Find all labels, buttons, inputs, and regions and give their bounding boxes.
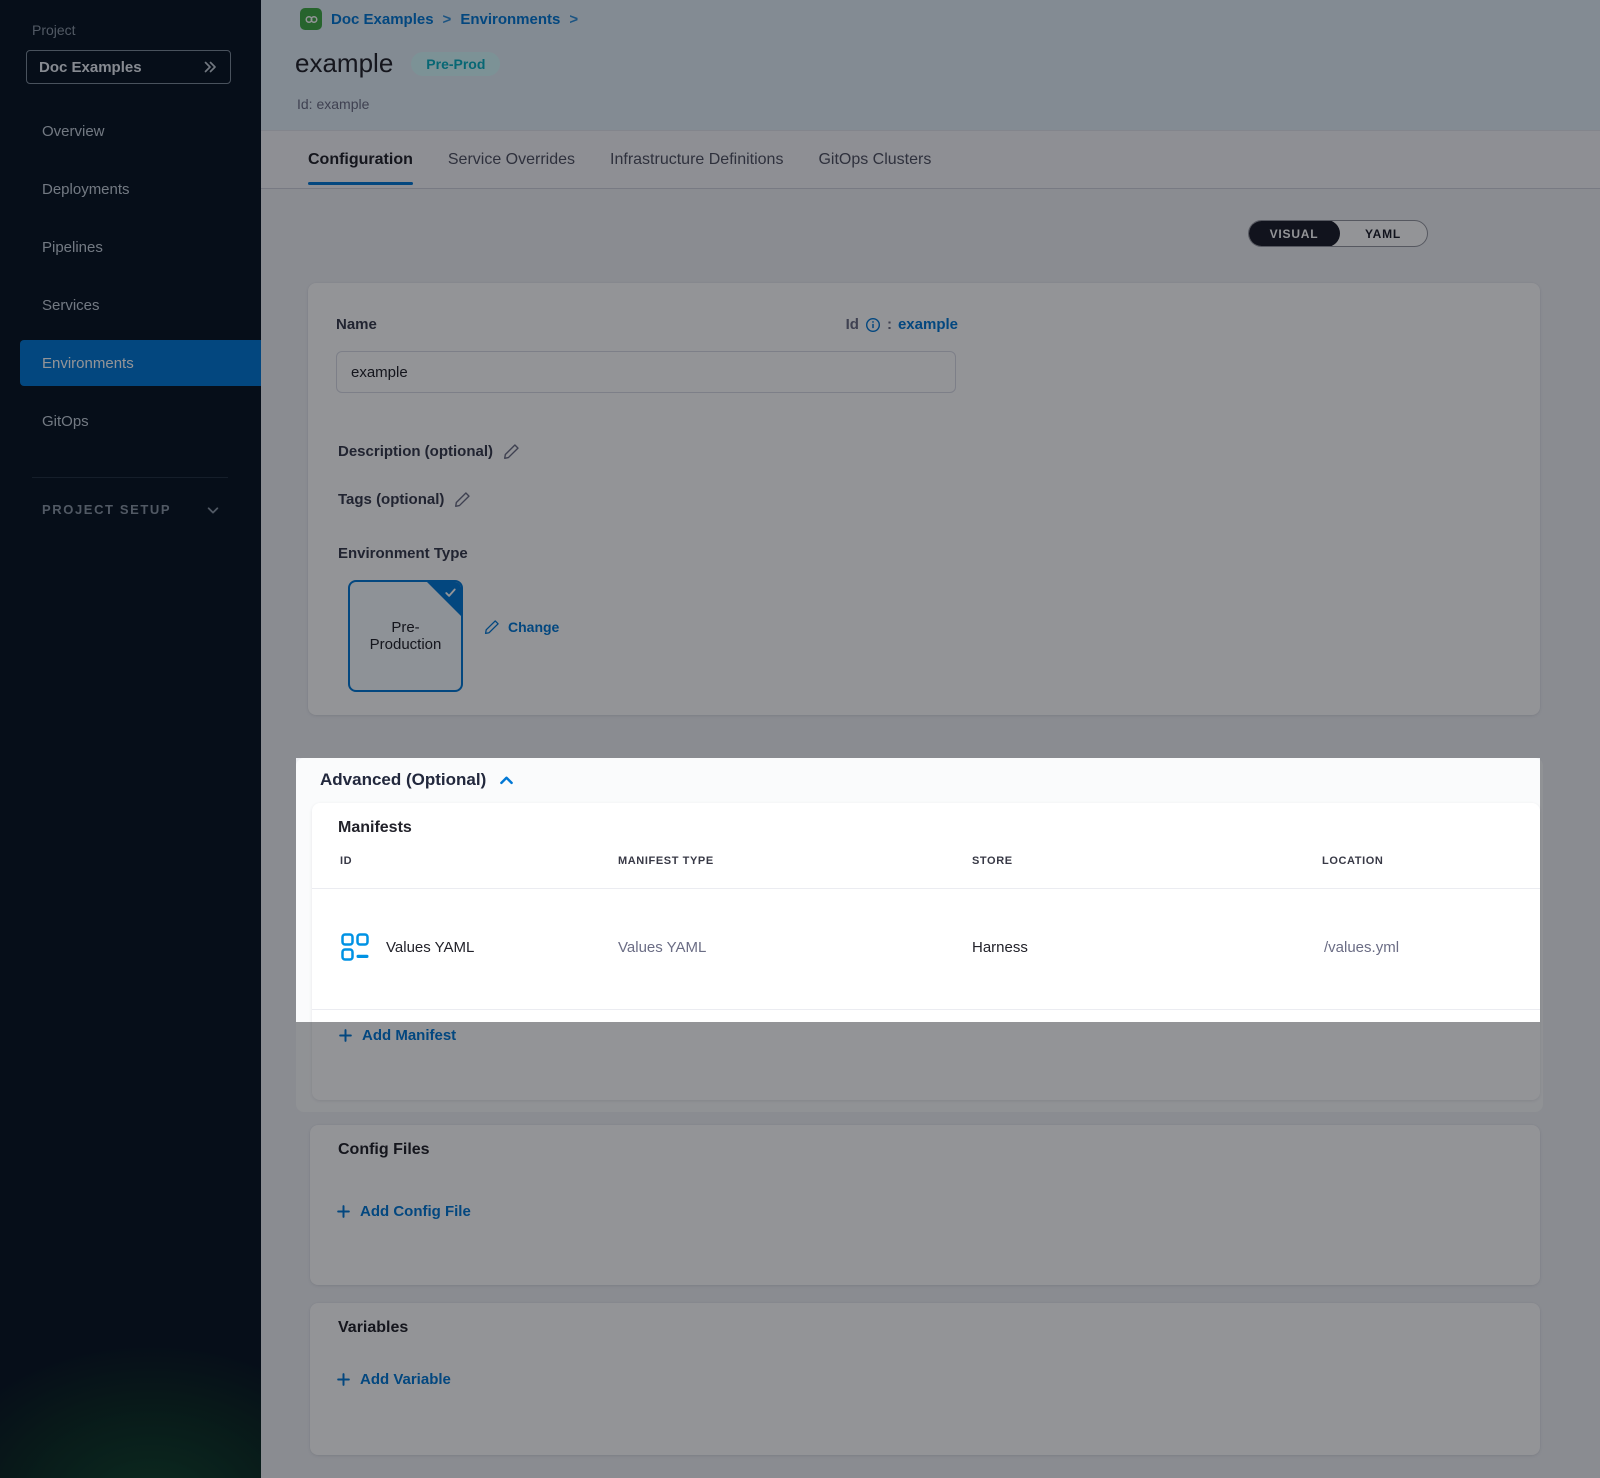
add-variable-button[interactable]: Add Variable <box>336 1371 451 1388</box>
environment-type-tile-preproduction[interactable]: Pre-Production <box>348 580 463 692</box>
config-files-card: Config Files Add Config File <box>310 1125 1540 1285</box>
main-content: Doc Examples > Environments > example Pr… <box>261 0 1600 1478</box>
manifest-store: Harness <box>972 939 1028 956</box>
change-label: Change <box>508 619 559 635</box>
variables-title: Variables <box>338 1319 408 1337</box>
plus-icon <box>336 1372 351 1387</box>
table-divider <box>312 1009 1540 1010</box>
change-env-type-button[interactable]: Change <box>484 619 559 635</box>
chevron-up-icon <box>498 772 515 789</box>
advanced-title: Advanced (Optional) <box>320 770 486 790</box>
environment-config-card: Name Id : example Description (optional) <box>308 283 1540 715</box>
id-colon: : <box>887 316 892 333</box>
column-store: STORE <box>972 855 1013 867</box>
tags-label: Tags (optional) <box>338 491 444 508</box>
add-config-file-label: Add Config File <box>360 1203 471 1220</box>
edit-icon <box>503 443 520 460</box>
entity-id: Id: example <box>297 96 369 112</box>
sidebar-divider <box>32 477 228 478</box>
breadcrumb-doc-examples[interactable]: Doc Examples <box>331 11 434 28</box>
toggle-yaml[interactable]: YAML <box>1339 221 1427 246</box>
advanced-optional-panel: Advanced (Optional) Manifests ID MANIFES… <box>296 758 1543 1112</box>
info-icon[interactable] <box>865 317 881 333</box>
column-manifest-type: MANIFEST TYPE <box>618 855 714 867</box>
tab-gitops-clusters[interactable]: GitOps Clusters <box>818 131 931 188</box>
sidebar-item-deployments[interactable]: Deployments <box>0 160 261 218</box>
project-selector-name: Doc Examples <box>39 59 142 76</box>
manifests-card: Manifests ID MANIFEST TYPE STORE LOCATIO… <box>312 803 1540 1100</box>
title-row: example Pre-Prod <box>295 48 500 79</box>
tab-bar: Configuration Service Overrides Infrastr… <box>261 130 1600 189</box>
page-title: example <box>295 48 393 79</box>
double-chevron-icon <box>202 59 218 75</box>
environment-type-label: Environment Type <box>338 545 468 562</box>
tab-service-overrides[interactable]: Service Overrides <box>448 131 575 188</box>
advanced-collapse-header[interactable]: Advanced (Optional) <box>320 770 515 790</box>
check-icon <box>443 585 458 600</box>
plus-icon <box>338 1028 353 1043</box>
manifest-id: Values YAML <box>386 939 474 956</box>
manifests-title: Manifests <box>338 819 412 837</box>
tags-edit[interactable]: Tags (optional) <box>338 491 471 508</box>
project-setup-label: PROJECT SETUP <box>42 502 171 517</box>
manifest-type: Values YAML <box>618 939 706 956</box>
project-label: Project <box>32 22 76 38</box>
sidebar-decoration-wave <box>0 1328 261 1478</box>
harness-cd-icon <box>300 8 322 30</box>
sidebar-item-services[interactable]: Services <box>0 276 261 334</box>
config-files-title: Config Files <box>338 1141 430 1159</box>
tab-configuration[interactable]: Configuration <box>308 131 413 188</box>
sidebar-item-pipelines[interactable]: Pipelines <box>0 218 261 276</box>
id-row: Id : example <box>846 316 958 333</box>
column-id: ID <box>340 855 352 867</box>
project-setup-toggle[interactable]: PROJECT SETUP <box>42 502 220 517</box>
name-label: Name <box>336 316 377 333</box>
page-header: Doc Examples > Environments > example Pr… <box>261 0 1600 130</box>
sidebar-nav: Overview Deployments Pipelines Services … <box>0 102 261 450</box>
variables-card: Variables Add Variable <box>310 1303 1540 1455</box>
tab-infrastructure-definitions[interactable]: Infrastructure Definitions <box>610 131 783 188</box>
description-label: Description (optional) <box>338 443 493 460</box>
breadcrumb-separator: > <box>443 11 452 28</box>
values-yaml-icon <box>340 932 370 962</box>
manifest-row-values-yaml[interactable]: Values YAML Values YAML Harness /values.… <box>312 889 1540 1009</box>
manifests-table-header: ID MANIFEST TYPE STORE LOCATION <box>312 855 1540 875</box>
column-location: LOCATION <box>1322 855 1383 867</box>
manifest-location: /values.yml <box>1324 939 1399 956</box>
sidebar-item-gitops[interactable]: GitOps <box>0 392 261 450</box>
add-manifest-label: Add Manifest <box>362 1027 456 1044</box>
sidebar-item-overview[interactable]: Overview <box>0 102 261 160</box>
project-selector[interactable]: Doc Examples <box>26 50 231 84</box>
app-window: Project Doc Examples Overview Deployment… <box>0 0 1600 1478</box>
breadcrumb: Doc Examples > Environments > <box>300 8 578 30</box>
name-input[interactable] <box>336 351 956 393</box>
add-manifest-button[interactable]: Add Manifest <box>338 1027 456 1044</box>
description-edit[interactable]: Description (optional) <box>338 443 520 460</box>
add-config-file-button[interactable]: Add Config File <box>336 1203 471 1220</box>
toggle-visual[interactable]: VISUAL <box>1248 220 1340 247</box>
add-variable-label: Add Variable <box>360 1371 451 1388</box>
visual-yaml-toggle: VISUAL YAML <box>1248 220 1428 247</box>
sidebar-item-environments[interactable]: Environments <box>20 340 261 386</box>
breadcrumb-separator: > <box>569 11 578 28</box>
env-type-badge: Pre-Prod <box>411 52 500 76</box>
id-value-link[interactable]: example <box>898 316 958 333</box>
breadcrumb-environments[interactable]: Environments <box>460 11 560 28</box>
page-body: VISUAL YAML Name Id : example Descriptio… <box>261 189 1600 1478</box>
edit-icon <box>484 619 500 635</box>
edit-icon <box>454 491 471 508</box>
chevron-down-icon <box>206 503 220 517</box>
plus-icon <box>336 1204 351 1219</box>
id-prefix: Id <box>846 316 859 333</box>
sidebar: Project Doc Examples Overview Deployment… <box>0 0 261 1478</box>
environment-type-value: Pre-Production <box>358 619 453 653</box>
